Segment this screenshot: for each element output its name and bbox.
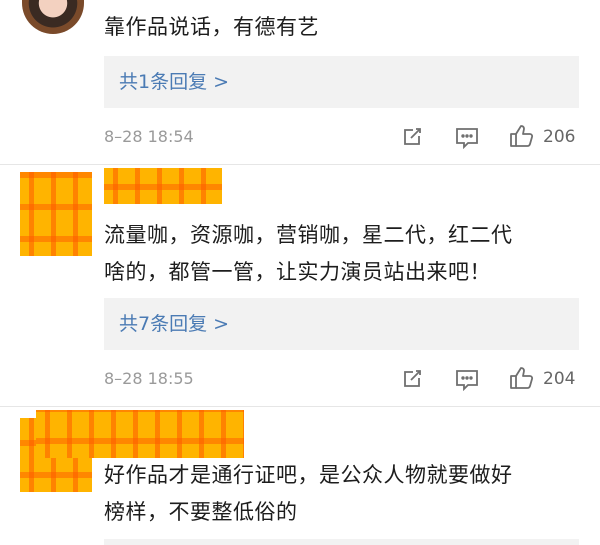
like-count: 206	[543, 127, 576, 147]
comment-text-line: 啥的，都管一管，让实力演员站出来吧！	[104, 260, 491, 284]
comment-text-line: 榜样，不要整低俗的	[104, 500, 298, 524]
view-replies-link[interactable]: 共7条回复 >	[119, 298, 229, 350]
like-icon[interactable]	[509, 124, 535, 148]
divider	[0, 406, 600, 407]
reply-thread-box[interactable]: 共1条回复 >	[104, 56, 579, 108]
like-icon[interactable]	[509, 366, 535, 390]
avatar[interactable]	[22, 0, 84, 34]
timestamp: 8–28 18:54	[104, 127, 194, 146]
username-redacted[interactable]	[104, 168, 222, 204]
share-icon[interactable]	[401, 126, 423, 148]
comment-text-line: 好作品才是通行证吧，是公众人物就要做好	[104, 463, 513, 487]
view-replies-link[interactable]: 共1条回复 >	[119, 56, 229, 108]
comment-text-line: 流量咖，资源咖，营销咖，星二代，红二代	[104, 223, 513, 247]
timestamp: 8–28 18:55	[104, 369, 194, 388]
comment-text: 靠作品说话，有德有艺	[104, 15, 319, 39]
reply-thread-box[interactable]: 共7条回复 >	[104, 298, 579, 350]
comment-icon[interactable]	[455, 127, 479, 149]
reply-thread-box[interactable]	[104, 539, 579, 545]
avatar[interactable]	[20, 172, 92, 256]
share-icon[interactable]	[401, 368, 423, 390]
comment-icon[interactable]	[455, 369, 479, 391]
username-redacted[interactable]	[36, 410, 244, 458]
like-count: 204	[543, 369, 576, 389]
divider	[0, 164, 600, 165]
